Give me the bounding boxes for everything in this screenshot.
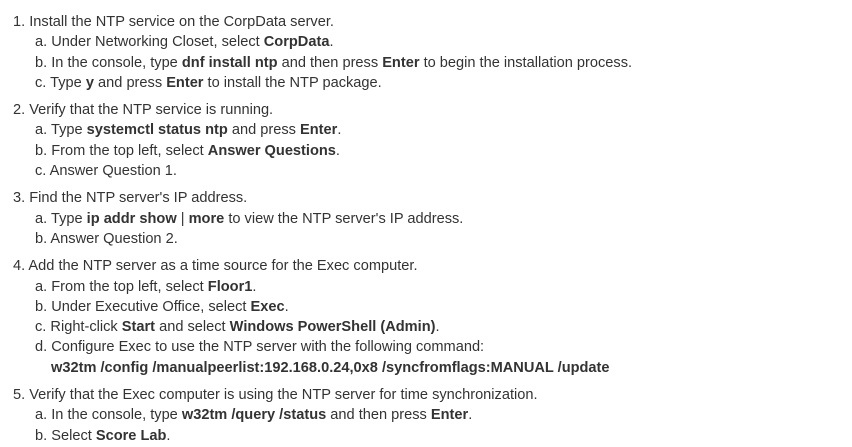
step-number: 5. (13, 387, 26, 404)
substep-letter: c. (35, 163, 47, 180)
step-heading: 3. Find the NTP server's IP address. (13, 188, 852, 208)
substep-letter: d. (35, 339, 48, 356)
substep-text: Type (50, 122, 87, 139)
bold-term: y (85, 74, 94, 91)
substep-text: . (335, 142, 340, 159)
bold-term: Enter (166, 74, 204, 91)
substep-text: Answer Question 2. (50, 230, 178, 247)
substep-letter: a. (35, 278, 48, 295)
substep-letter: b. (35, 230, 48, 247)
step-number: 4. (13, 258, 26, 275)
substep-text: and press (93, 74, 167, 91)
step-title: Verify that the Exec computer is using t… (29, 387, 538, 404)
substep-text: From the top left, select (51, 142, 208, 159)
bold-term: ip addr show (86, 210, 177, 227)
substep: b. Select Score Lab. (13, 426, 852, 446)
bold-term: Score Lab (95, 427, 167, 444)
substep-text: to begin the installation process. (419, 54, 633, 71)
bold-term: Start (121, 319, 156, 336)
substep-text: Right-click (50, 319, 122, 336)
step-heading: 5. Verify that the Exec computer is usin… (13, 385, 852, 405)
step-heading: 4. Add the NTP server as a time source f… (13, 256, 852, 276)
command-line: w32tm /config /manualpeerlist:192.168.0.… (13, 358, 852, 378)
substep-text: to view the NTP server's IP address. (224, 210, 464, 227)
substep: b. From the top left, select Answer Ques… (13, 141, 852, 161)
step-heading: 1. Install the NTP service on the CorpDa… (13, 12, 852, 32)
substep-letter: c. (35, 74, 47, 91)
step-5: 5. Verify that the Exec computer is usin… (13, 385, 852, 446)
bold-term: Answer Questions (207, 142, 336, 159)
substep-text: . (329, 34, 334, 51)
bold-term: Floor1 (207, 278, 253, 295)
substep: a. Type systemctl status ntp and press E… (13, 120, 852, 140)
substep-text: Type (50, 74, 86, 91)
substep-letter: a. (35, 210, 48, 227)
bold-term: Enter (382, 54, 420, 71)
step-title: Find the NTP server's IP address. (29, 190, 248, 207)
substep-text: Configure Exec to use the NTP server wit… (51, 339, 485, 356)
step-number: 2. (13, 102, 26, 119)
step-2: 2. Verify that the NTP service is runnin… (13, 100, 852, 181)
substep-letter: b. (35, 142, 48, 159)
substep-text: . (468, 407, 473, 424)
step-heading: 2. Verify that the NTP service is runnin… (13, 100, 852, 120)
substep: c. Answer Question 1. (13, 161, 852, 181)
bold-term: dnf install ntp (181, 54, 278, 71)
substep-text: and select (155, 319, 230, 336)
substep-letter: a. (35, 122, 48, 139)
bold-term: more (188, 210, 225, 227)
bold-term: Enter (300, 122, 338, 139)
step-title: Verify that the NTP service is running. (29, 102, 274, 119)
substep: a. In the console, type w32tm /query /st… (13, 405, 852, 425)
step-1: 1. Install the NTP service on the CorpDa… (13, 12, 852, 93)
substep: d. Configure Exec to use the NTP server … (13, 337, 852, 357)
substep-text: Under Networking Closet, select (51, 34, 264, 51)
substep-text: From the top left, select (51, 278, 208, 295)
substep-text: to install the NTP package. (203, 74, 382, 91)
substep-letter: b. (35, 54, 48, 71)
substep-text: and press (227, 122, 300, 139)
substep: a. Type ip addr show | more to view the … (13, 209, 852, 229)
substep-text: In the console, type (51, 54, 182, 71)
substep-text: . (252, 278, 257, 295)
substep: a. From the top left, select Floor1. (13, 277, 852, 297)
bold-term: CorpData (263, 34, 330, 51)
step-3: 3. Find the NTP server's IP address. a. T… (13, 188, 852, 249)
substep: b. In the console, type dnf install ntp … (13, 53, 852, 73)
step-4: 4. Add the NTP server as a time source f… (13, 256, 852, 378)
bold-term: systemctl status ntp (86, 122, 228, 139)
substep-text: . (284, 298, 289, 315)
substep-text: Answer Question 1. (49, 163, 177, 180)
substep: a. Under Networking Closet, select CorpD… (13, 32, 852, 52)
substep-text: . (166, 427, 171, 444)
step-number: 3. (13, 190, 26, 207)
substep-text: . (435, 319, 440, 336)
substep-letter: a. (35, 34, 48, 51)
bold-term: w32tm /query /status (181, 407, 327, 424)
substep-text: In the console, type (51, 407, 182, 424)
substep: c. Type y and press Enter to install the… (13, 73, 852, 93)
substep-letter: c. (35, 319, 47, 336)
substep: c. Right-click Start and select Windows … (13, 317, 852, 337)
substep-text: . (337, 122, 342, 139)
substep: b. Answer Question 2. (13, 229, 852, 249)
substep-letter: a. (35, 407, 48, 424)
instruction-list: 1. Install the NTP service on the CorpDa… (0, 0, 852, 446)
substep-text: and then press (326, 407, 431, 424)
substep-text: and then press (277, 54, 383, 71)
step-title: Add the NTP server as a time source for … (28, 258, 418, 275)
substep-text: Under Executive Office, select (51, 298, 251, 315)
bold-term: Windows PowerShell (Admin) (229, 319, 436, 336)
substep-text: Select (51, 427, 96, 444)
step-title: Install the NTP service on the CorpData … (29, 14, 334, 30)
substep-letter: b. (35, 427, 48, 444)
substep: b. Under Executive Office, select Exec. (13, 297, 852, 317)
bold-term: Enter (430, 407, 469, 424)
substep-text: | (176, 210, 189, 227)
bold-term: Exec (250, 298, 285, 315)
substep-letter: b. (35, 298, 48, 315)
step-number: 1. (13, 14, 26, 30)
substep-text: Type (50, 210, 87, 227)
command-text: w32tm /config /manualpeerlist:192.168.0.… (51, 359, 610, 376)
